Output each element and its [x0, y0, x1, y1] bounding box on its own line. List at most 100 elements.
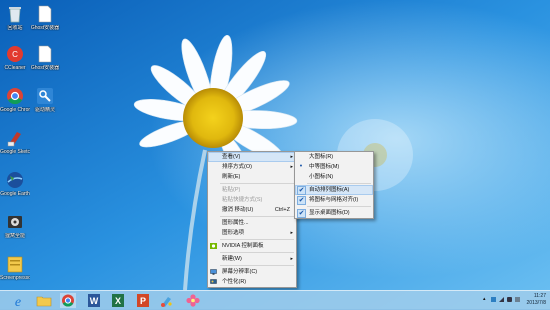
screenpresso-icon: [5, 254, 25, 274]
driver-icon: [35, 86, 55, 106]
nvidia-icon: [210, 243, 217, 249]
desktop-icon-file[interactable]: Ghost安装器: [30, 4, 60, 31]
taskbar: e W X P ▴ 11:27 2013/7/8: [0, 290, 550, 310]
word-icon: W: [88, 294, 100, 307]
taskbar-word[interactable]: W: [86, 293, 102, 308]
desktop-icon-label: Ghost安装器: [30, 65, 60, 71]
desktop-icon-screenpresso[interactable]: Screenpresso: [0, 254, 30, 281]
menu-separator: [307, 183, 371, 184]
taskbar-flower-app[interactable]: [185, 293, 201, 308]
clock-date: 2013/7/8: [526, 300, 546, 306]
radio-dot-icon: •: [299, 163, 303, 170]
desktop-icon-file-2[interactable]: Ghost安装器: [30, 44, 60, 71]
menu-item-label: 粘贴快捷方式(S): [222, 197, 263, 203]
menu-item-screen-resolution[interactable]: 屏幕分辨率(C): [208, 267, 296, 277]
sketchup-icon: [5, 128, 25, 148]
submenu-item-show-desktop-icons[interactable]: ✔ 显示桌面图标(D): [295, 208, 373, 218]
tray-ime-icon[interactable]: [515, 297, 520, 302]
file-icon: [35, 4, 55, 24]
desktop-icon-label: Google Earth: [0, 191, 30, 197]
desktop-icon-driver[interactable]: 驱动精灵: [30, 86, 60, 113]
menu-item-label: 自动排列图标(A): [309, 187, 350, 193]
tray-chevron-up-icon[interactable]: ▴: [483, 297, 488, 302]
menu-item-label: 撤消 移动(U): [222, 207, 254, 213]
desktop-icon-label: Google SketchUp 8: [0, 149, 30, 155]
menu-item-refresh[interactable]: 刷新(E): [208, 172, 296, 182]
video-converter-icon: [5, 212, 25, 232]
taskbar-chrome[interactable]: [60, 293, 76, 308]
checkmark-icon: ✔: [297, 209, 306, 218]
chrome-icon: [5, 86, 25, 106]
powerpoint-icon: P: [137, 294, 149, 307]
submenu-item-small-icons[interactable]: 小图标(N): [295, 172, 373, 182]
menu-item-label: 小图标(N): [309, 174, 334, 180]
chevron-right-icon: ▸: [290, 164, 293, 170]
menu-item-paste[interactable]: 粘贴(P): [208, 185, 296, 195]
menu-item-label: 将图标与网格对齐(I): [309, 197, 359, 203]
desktop-icon-recycle-bin[interactable]: 回收站: [0, 4, 30, 31]
desktop-icon-label: 狸窝全能: [4, 233, 25, 239]
tray-network-icon[interactable]: [499, 297, 504, 302]
submenu-item-large-icons[interactable]: 大图标(R): [295, 152, 373, 162]
menu-item-paste-shortcut[interactable]: 粘贴快捷方式(S): [208, 195, 296, 205]
flower-icon: [186, 294, 200, 307]
clock-time: 11:27: [533, 293, 546, 299]
menu-item-personalize[interactable]: 个性化(R): [208, 277, 296, 287]
desktop-icon-label: Ghost安装器: [30, 25, 60, 31]
svg-text:W: W: [90, 296, 99, 306]
desktop-icon-label: Google Chrome: [0, 107, 30, 113]
taskbar-powerpoint[interactable]: P: [135, 293, 151, 308]
menu-item-new[interactable]: 新建(W) ▸: [208, 254, 296, 264]
desktop-icon-chrome[interactable]: Google Chrome: [0, 86, 30, 113]
menu-item-label: 图形属性...: [222, 220, 249, 226]
excel-icon: X: [112, 294, 124, 307]
desktop-icon-video-converter[interactable]: 狸窝全能: [0, 212, 30, 239]
submenu-item-medium-icons[interactable]: • 中等图标(M): [295, 162, 373, 172]
chevron-right-icon: ▸: [290, 154, 293, 160]
taskbar-clock[interactable]: 11:27 2013/7/8: [527, 293, 546, 307]
svg-text:C: C: [12, 50, 18, 59]
menu-item-label: 查看(V): [222, 154, 241, 160]
svg-text:e: e: [15, 295, 21, 308]
desktop-icon-label: CCleaner: [4, 65, 26, 71]
taskbar-explorer[interactable]: [36, 293, 52, 308]
menu-item-nvidia-control-panel[interactable]: NVIDIA 控制面板: [208, 241, 296, 251]
menu-separator: [220, 183, 294, 184]
menu-item-label: 新建(W): [222, 256, 242, 262]
tray-app-icon[interactable]: [491, 297, 496, 302]
menu-item-label: 排序方式(O): [222, 164, 252, 170]
menu-separator: [307, 206, 371, 207]
menu-separator: [220, 216, 294, 217]
chrome-icon: [62, 294, 74, 307]
desktop-icon-label: 回收站: [7, 25, 23, 31]
menu-separator: [220, 239, 294, 240]
svg-text:P: P: [140, 296, 146, 306]
menu-item-graphics-options[interactable]: 图形选项 ▸: [208, 228, 296, 238]
view-submenu: 大图标(R) • 中等图标(M) 小图标(N) ✔ 自动排列图标(A) ✔ 将图标与网…: [294, 151, 374, 219]
tray-volume-icon[interactable]: [507, 297, 512, 302]
submenu-item-auto-arrange[interactable]: ✔ 自动排列图标(A): [295, 185, 373, 195]
menu-item-label: 中等图标(M): [309, 164, 340, 170]
ccleaner-icon: C: [5, 44, 25, 64]
menu-item-graphics-properties[interactable]: 图形属性...: [208, 218, 296, 228]
menu-item-sort-by[interactable]: 排序方式(O) ▸: [208, 162, 296, 172]
desktop-icon-earth[interactable]: Google Earth: [0, 170, 30, 197]
menu-item-undo-move[interactable]: 撤消 移动(U) Ctrl+Z: [208, 205, 296, 215]
menu-item-view[interactable]: 查看(V) ▸: [208, 152, 296, 162]
desktop-icon-label: Screenpresso: [0, 275, 30, 281]
checkmark-icon: ✔: [297, 196, 306, 205]
desktop-icon-label: 驱动精灵: [34, 107, 55, 113]
submenu-item-align-to-grid[interactable]: ✔ 将图标与网格对齐(I): [295, 195, 373, 205]
ie-icon: e: [15, 295, 21, 310]
menu-item-shortcut: Ctrl+Z: [274, 207, 290, 213]
checkmark-icon: ✔: [297, 186, 306, 195]
taskbar-ie[interactable]: e: [10, 293, 26, 310]
menu-item-label: 大图标(R): [309, 154, 334, 160]
display-icon: [210, 269, 217, 275]
taskbar-paint[interactable]: [159, 293, 175, 308]
file-icon: [35, 44, 55, 64]
desktop-icon-ccleaner[interactable]: C CCleaner: [0, 44, 30, 71]
taskbar-excel[interactable]: X: [110, 293, 126, 308]
desktop-icon-sketchup[interactable]: Google SketchUp 8: [0, 128, 30, 155]
menu-item-label: 屏幕分辨率(C): [222, 269, 258, 275]
